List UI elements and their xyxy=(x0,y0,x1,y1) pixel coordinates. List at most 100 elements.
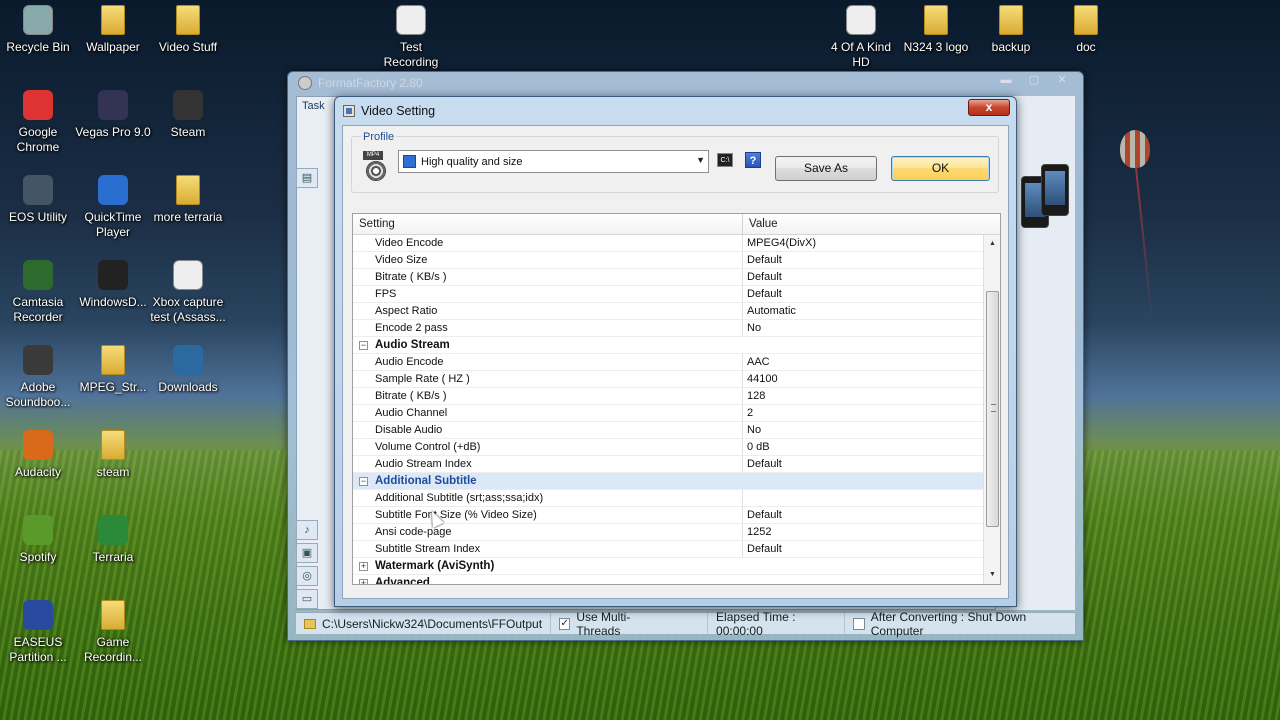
desktop-icon[interactable]: Adobe Soundboo... xyxy=(0,343,76,410)
sidebar-rom-button[interactable]: ◎ xyxy=(296,566,318,586)
tab-task[interactable]: Task xyxy=(302,100,325,112)
desktop-icon[interactable]: Game Recordin... xyxy=(75,598,151,665)
grid-property-row[interactable]: Encode 2 pass No xyxy=(353,320,984,337)
desktop-icon[interactable]: Vegas Pro 9.0 xyxy=(75,88,151,140)
ok-button[interactable]: OK xyxy=(891,156,990,181)
grid-property-row[interactable]: Bitrate ( KB/s ) 128 xyxy=(353,388,984,405)
setting-value[interactable]: AAC xyxy=(743,354,984,370)
scrollbar-thumb[interactable] xyxy=(986,291,999,527)
setting-value[interactable]: Default xyxy=(743,507,984,523)
desktop-icon[interactable]: Camtasia Recorder xyxy=(0,258,76,325)
setting-value[interactable]: MPEG4(DivX) xyxy=(743,235,984,251)
sidebar-picture-button[interactable]: ▣ xyxy=(296,543,318,563)
setting-value[interactable]: 128 xyxy=(743,388,984,404)
expand-icon[interactable]: + xyxy=(359,561,368,571)
desktop-icon[interactable]: Video Stuff xyxy=(150,3,226,55)
desktop-icon[interactable]: WindowsD... xyxy=(75,258,151,310)
desktop-icon[interactable]: Terraria xyxy=(75,513,151,565)
desktop-icon[interactable]: Steam xyxy=(150,88,226,140)
setting-value[interactable] xyxy=(743,490,984,506)
sidebar-utilities-button[interactable]: ▭ xyxy=(296,589,318,609)
grid-property-row[interactable]: Video Size Default xyxy=(353,252,984,269)
multi-threads-checkbox[interactable]: ✓ xyxy=(559,617,571,630)
multi-threads-toggle[interactable]: ✓ Use Multi-Threads xyxy=(551,610,709,638)
setting-value[interactable]: 44100 xyxy=(743,371,984,387)
setting-value[interactable]: Default xyxy=(743,541,984,557)
grid-property-row[interactable]: Volume Control (+dB) 0 dB xyxy=(353,439,984,456)
grid-property-row[interactable]: Video Encode MPEG4(DivX) xyxy=(353,235,984,252)
desktop-icon[interactable]: Audacity xyxy=(0,428,76,480)
desktop-icon[interactable]: Downloads xyxy=(150,343,226,395)
profile-select[interactable]: High quality and size ▼ xyxy=(398,150,709,173)
desktop-icon[interactable]: 4 Of A Kind HD xyxy=(823,3,899,70)
desktop-icon[interactable]: Spotify xyxy=(0,513,76,565)
desktop-icon[interactable]: EOS Utility xyxy=(0,173,76,225)
grid-property-row[interactable]: Subtitle Stream Index Default xyxy=(353,541,984,558)
audacity-icon xyxy=(23,430,53,460)
setting-value[interactable]: Default xyxy=(743,252,984,268)
scroll-up-arrow-icon[interactable]: ▲ xyxy=(984,237,1000,251)
desktop-icon[interactable]: MPEG_Str... xyxy=(75,343,151,395)
after-converting-checkbox[interactable] xyxy=(853,617,865,630)
setting-value[interactable]: No xyxy=(743,422,984,438)
dialog-close-button[interactable]: x xyxy=(968,99,1010,116)
window-controls: ▬ ▢ ✕ xyxy=(993,73,1075,88)
desktop-icon[interactable]: backup xyxy=(973,3,1049,55)
after-converting-toggle[interactable]: After Converting : Shut Down Computer xyxy=(845,610,1075,638)
grid-category-row[interactable]: − Audio Stream xyxy=(353,337,984,354)
grid-property-row[interactable]: Additional Subtitle (srt;ass;ssa;idx) xyxy=(353,490,984,507)
column-header-setting[interactable]: Setting xyxy=(353,214,743,234)
setting-value[interactable]: Default xyxy=(743,456,984,472)
setting-value[interactable]: Default xyxy=(743,269,984,285)
setting-value[interactable]: 2 xyxy=(743,405,984,421)
output-path[interactable]: C:\Users\Nickw324\Documents\FFOutput xyxy=(296,613,552,634)
desktop-icon[interactable]: N324 3 logo xyxy=(898,3,974,55)
command-line-button[interactable]: C:\ xyxy=(717,153,733,167)
chevron-down-icon[interactable]: ▼ xyxy=(696,155,705,165)
close-button[interactable]: ✕ xyxy=(1049,73,1075,88)
grid-property-row[interactable]: Audio Encode AAC xyxy=(353,354,984,371)
desktop-icon[interactable]: doc xyxy=(1048,3,1124,55)
setting-value[interactable]: 0 dB xyxy=(743,439,984,455)
grid-property-row[interactable]: Aspect Ratio Automatic xyxy=(353,303,984,320)
sidebar-video-button[interactable]: ▤ xyxy=(296,168,318,188)
desktop-icon[interactable]: EASEUS Partition ... xyxy=(0,598,76,665)
grid-property-row[interactable]: Audio Stream Index Default xyxy=(353,456,984,473)
desktop-icon[interactable]: Wallpaper xyxy=(75,3,151,55)
desktop-icon[interactable]: Xbox capture test (Assass... xyxy=(150,258,226,325)
desktop-icon[interactable]: Recycle Bin xyxy=(0,3,76,55)
grid-property-row[interactable]: Audio Channel 2 xyxy=(353,405,984,422)
expand-icon[interactable]: + xyxy=(359,578,368,584)
save-as-button[interactable]: Save As xyxy=(775,156,877,181)
grid-property-row[interactable]: Subtitle Font Size (% Video Size) Default xyxy=(353,507,984,524)
setting-value[interactable]: No xyxy=(743,320,984,336)
column-header-value[interactable]: Value xyxy=(743,214,1000,234)
desktop-icon[interactable]: Test Recording xyxy=(373,3,449,70)
desktop-icon[interactable]: QuickTime Player xyxy=(75,173,151,240)
grid-property-row[interactable]: Sample Rate ( HZ ) 44100 xyxy=(353,371,984,388)
setting-value[interactable]: Default xyxy=(743,286,984,302)
desktop-icon[interactable]: more terraria xyxy=(150,173,226,225)
setting-name: Encode 2 pass xyxy=(353,320,743,336)
setting-value[interactable]: Automatic xyxy=(743,303,984,319)
grid-property-row[interactable]: FPS Default xyxy=(353,286,984,303)
minimize-button[interactable]: ▬ xyxy=(993,73,1019,88)
grid-category-row[interactable]: + Watermark (AviSynth) xyxy=(353,558,984,575)
grid-property-row[interactable]: Ansi code-page 1252 xyxy=(353,524,984,541)
grid-property-row[interactable]: Bitrate ( KB/s ) Default xyxy=(353,269,984,286)
grid-category-row[interactable]: − Additional Subtitle xyxy=(353,473,984,490)
collapse-icon[interactable]: − xyxy=(359,340,368,350)
collapse-icon[interactable]: − xyxy=(359,476,368,486)
desktop-icon[interactable]: Google Chrome xyxy=(0,88,76,155)
grid-property-row[interactable]: Disable Audio No xyxy=(353,422,984,439)
maximize-button[interactable]: ▢ xyxy=(1021,73,1047,88)
dialog-title: Video Setting xyxy=(343,104,435,118)
help-button[interactable]: ? xyxy=(745,152,761,168)
scroll-down-arrow-icon[interactable]: ▼ xyxy=(984,568,1000,582)
sidebar-audio-button[interactable]: ♪ xyxy=(296,520,318,540)
grid-scrollbar[interactable]: ▲ ▼ xyxy=(983,235,1000,584)
grid-category-row[interactable]: + Advanced xyxy=(353,575,984,584)
folder-icon xyxy=(1074,5,1098,35)
setting-value[interactable]: 1252 xyxy=(743,524,984,540)
desktop-icon[interactable]: steam xyxy=(75,428,151,480)
